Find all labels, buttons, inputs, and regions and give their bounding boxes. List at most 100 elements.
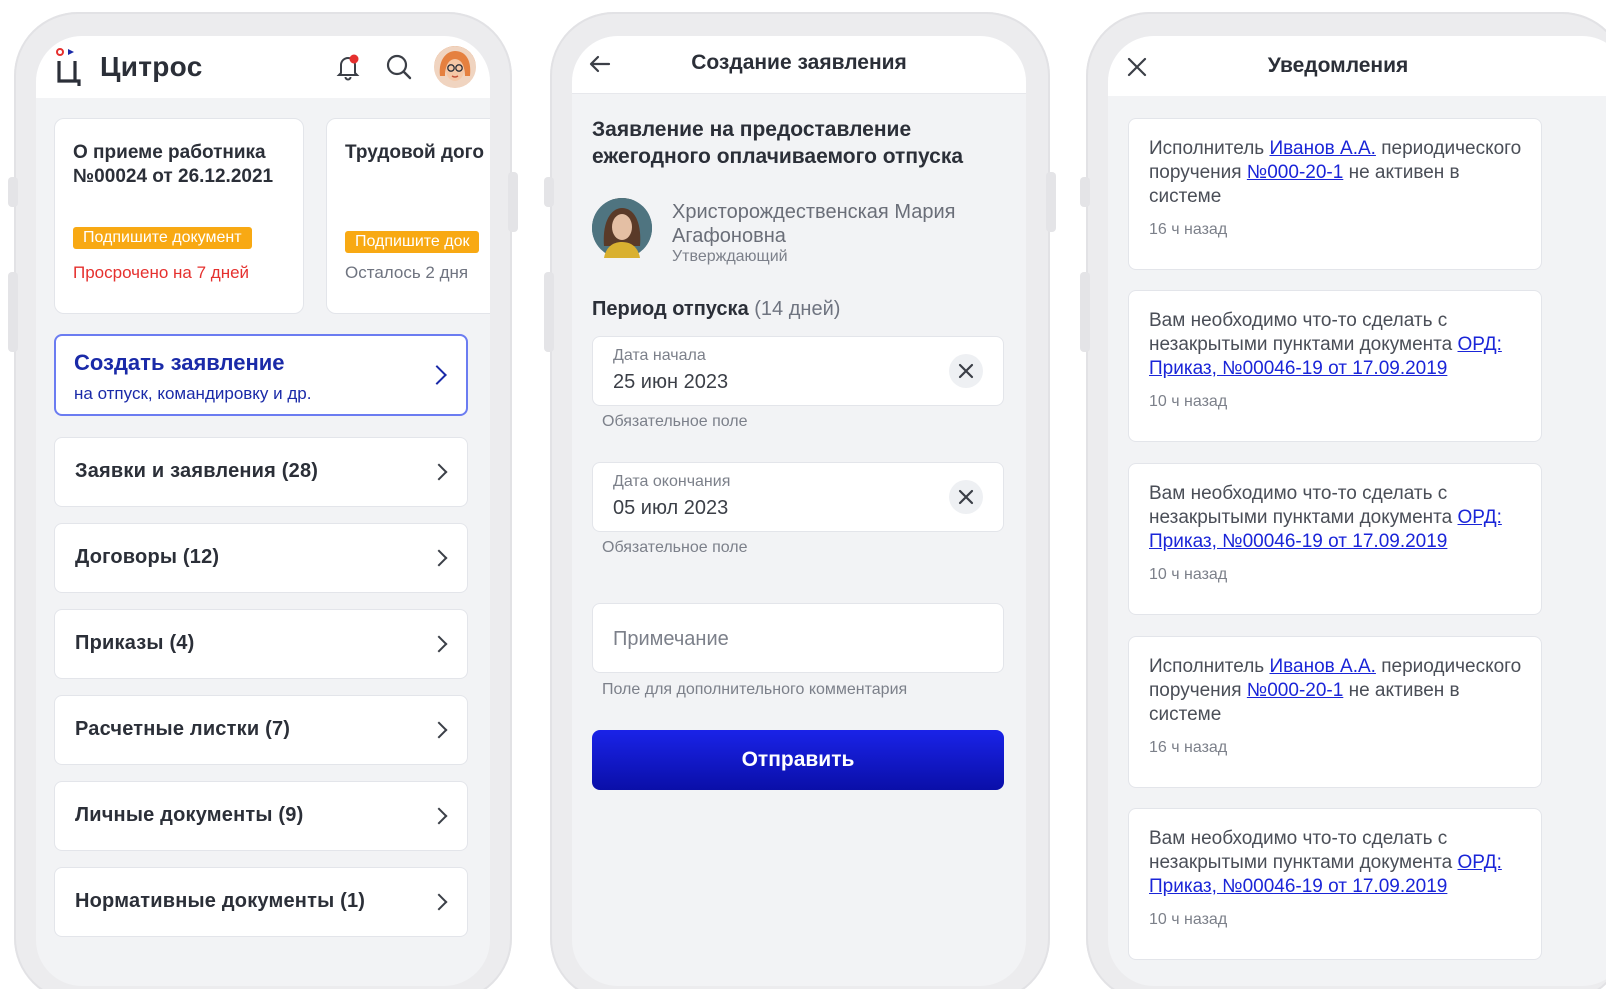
menu-item-label: Заявки и заявления (28) [75, 460, 319, 482]
clear-end-date-button[interactable] [949, 480, 983, 514]
form-title: Заявление на предоставление ежегодного о… [592, 118, 964, 168]
start-date-hint: Обязательное поле [602, 413, 748, 430]
note-field[interactable]: Примечание [592, 603, 1004, 673]
notification-text-part: Исполнитель [1149, 656, 1270, 677]
search-icon[interactable] [384, 52, 414, 82]
menu-item-label: Расчетные листки (7) [75, 718, 291, 740]
executor-link[interactable]: Иванов А.А. [1269, 138, 1375, 159]
approver-name: Христорождественская Мария Агафоновна [672, 201, 956, 247]
phone-frame-home: Цитрос О приеме работника №00024 от 26.1… [8, 12, 518, 989]
chevron-right-icon [427, 365, 447, 385]
approver-photo-icon [592, 198, 652, 258]
close-icon [958, 363, 974, 379]
notification-text-part: Исполнитель [1149, 138, 1270, 159]
notification-text: Вам необходимо что-то сделать с незакрыт… [1149, 482, 1529, 554]
side-button [8, 272, 18, 352]
chevron-right-icon [430, 635, 448, 653]
phone-frame-form: Создание заявления Заявление на предоста… [544, 12, 1056, 989]
notification-text: Вам необходимо что-то сделать с незакрыт… [1149, 827, 1529, 899]
notifications-screen: Уведомления Исполнитель Иванов А.А. пери… [1108, 36, 1606, 986]
notification-card[interactable]: Вам необходимо что-то сделать с незакрыт… [1128, 290, 1542, 442]
doc-card-title: Трудовой дого [345, 142, 484, 163]
create-application-subtitle: на отпуск, командировку и др. [74, 384, 312, 403]
side-button [8, 177, 18, 207]
notification-time: 10 ч назад [1149, 566, 1228, 583]
notification-text-part: Вам необходимо что-то сделать с незакрыт… [1149, 828, 1458, 873]
menu-item-label: Личные документы (9) [75, 804, 304, 826]
start-date-value: 25 июн 2023 [613, 371, 729, 393]
end-date-value: 05 июл 2023 [613, 497, 729, 519]
start-date-label: Дата начала [613, 347, 706, 364]
menu-item-contracts[interactable]: Договоры (12) [54, 523, 468, 593]
app-header: Цитрос [36, 36, 490, 98]
menu-item-label: Договоры (12) [75, 546, 220, 568]
end-date-hint: Обязательное поле [602, 539, 748, 556]
note-hint: Поле для дополнительного комментария [602, 681, 908, 698]
notification-text: Вам необходимо что-то сделать с незакрыт… [1149, 309, 1529, 381]
notification-time: 16 ч назад [1149, 221, 1228, 238]
notification-text-part: Вам необходимо что-то сделать с незакрыт… [1149, 483, 1458, 528]
notification-text: Исполнитель Иванов А.А. периодического п… [1149, 655, 1529, 727]
notification-text-part: Вам необходимо что-то сделать с незакрыт… [1149, 310, 1458, 355]
page-title: Уведомления [1267, 54, 1409, 77]
sign-badge: Подпишите документ [73, 227, 252, 249]
side-button [1080, 177, 1090, 207]
submit-button[interactable]: Отправить [592, 730, 1004, 790]
page-title: Создание заявления [691, 51, 907, 74]
home-screen: Цитрос О приеме работника №00024 от 26.1… [36, 36, 490, 986]
end-date-field[interactable]: Дата окончания 05 июл 2023 [592, 462, 1004, 532]
menu-item-label: Нормативные документы (1) [75, 890, 366, 912]
approver-avatar [592, 198, 652, 258]
notification-time: 10 ч назад [1149, 911, 1228, 928]
doc-card[interactable]: О приеме работника №00024 от 26.12.2021 … [54, 118, 304, 314]
notification-time: 10 ч назад [1149, 393, 1228, 410]
menu-item-personal-docs[interactable]: Личные документы (9) [54, 781, 468, 851]
notification-card[interactable]: Исполнитель Иванов А.А. периодического п… [1128, 118, 1542, 270]
doc-card-status: Просрочено на 7 дней [73, 263, 250, 282]
create-application-screen: Создание заявления Заявление на предоста… [572, 36, 1026, 986]
notification-card[interactable]: Вам необходимо что-то сделать с незакрыт… [1128, 808, 1542, 960]
assignment-link[interactable]: №000-20-1 [1247, 680, 1343, 701]
assignment-link[interactable]: №000-20-1 [1247, 162, 1343, 183]
create-application-title: Создать заявление [74, 350, 285, 375]
avatar-face-icon [434, 46, 476, 88]
app-logo-icon [56, 48, 81, 86]
side-button [544, 177, 554, 207]
chevron-right-icon [430, 549, 448, 567]
notification-card[interactable]: Исполнитель Иванов А.А. периодического п… [1128, 636, 1542, 788]
menu-item-orders[interactable]: Приказы (4) [54, 609, 468, 679]
notification-time: 16 ч назад [1149, 739, 1228, 756]
doc-card[interactable]: Трудовой дого Подпишите док Осталось 2 д… [326, 118, 490, 314]
period-days: (14 дней) [754, 298, 841, 320]
app-name: Цитрос [100, 51, 203, 82]
form-header: Создание заявления [572, 36, 1026, 94]
bell-icon[interactable] [333, 52, 363, 82]
menu-item-label: Приказы (4) [75, 632, 195, 654]
end-date-label: Дата окончания [613, 473, 731, 490]
create-application-button[interactable]: Создать заявление на отпуск, командировк… [54, 334, 468, 416]
menu-item-requests[interactable]: Заявки и заявления (28) [54, 437, 468, 507]
menu-item-regulatory-docs[interactable]: Нормативные документы (1) [54, 867, 468, 937]
menu-item-payslips[interactable]: Расчетные листки (7) [54, 695, 468, 765]
chevron-right-icon [430, 807, 448, 825]
side-button [1046, 172, 1056, 232]
chevron-right-icon [430, 893, 448, 911]
notification-text: Исполнитель Иванов А.А. периодического п… [1149, 137, 1529, 209]
chevron-right-icon [430, 721, 448, 739]
notification-card[interactable]: Вам необходимо что-то сделать с незакрыт… [1128, 463, 1542, 615]
start-date-field[interactable]: Дата начала 25 июн 2023 [592, 336, 1004, 406]
executor-link[interactable]: Иванов А.А. [1269, 656, 1375, 677]
phone-frame-notifications: Уведомления Исполнитель Иванов А.А. пери… [1080, 12, 1606, 989]
sign-badge: Подпишите док [345, 231, 480, 253]
approver-role: Утверждающий [672, 248, 788, 265]
side-button [508, 172, 518, 232]
close-icon [958, 489, 974, 505]
clear-start-date-button[interactable] [949, 354, 983, 388]
chevron-right-icon [430, 463, 448, 481]
doc-card-status: Осталось 2 дня [345, 263, 469, 282]
note-placeholder: Примечание [613, 628, 729, 650]
side-button [544, 272, 554, 352]
vacation-period: Период отпуска (14 дней) [592, 298, 840, 321]
doc-card-title: О приеме работника №00024 от 26.12.2021 [73, 142, 274, 187]
avatar[interactable] [434, 46, 476, 88]
